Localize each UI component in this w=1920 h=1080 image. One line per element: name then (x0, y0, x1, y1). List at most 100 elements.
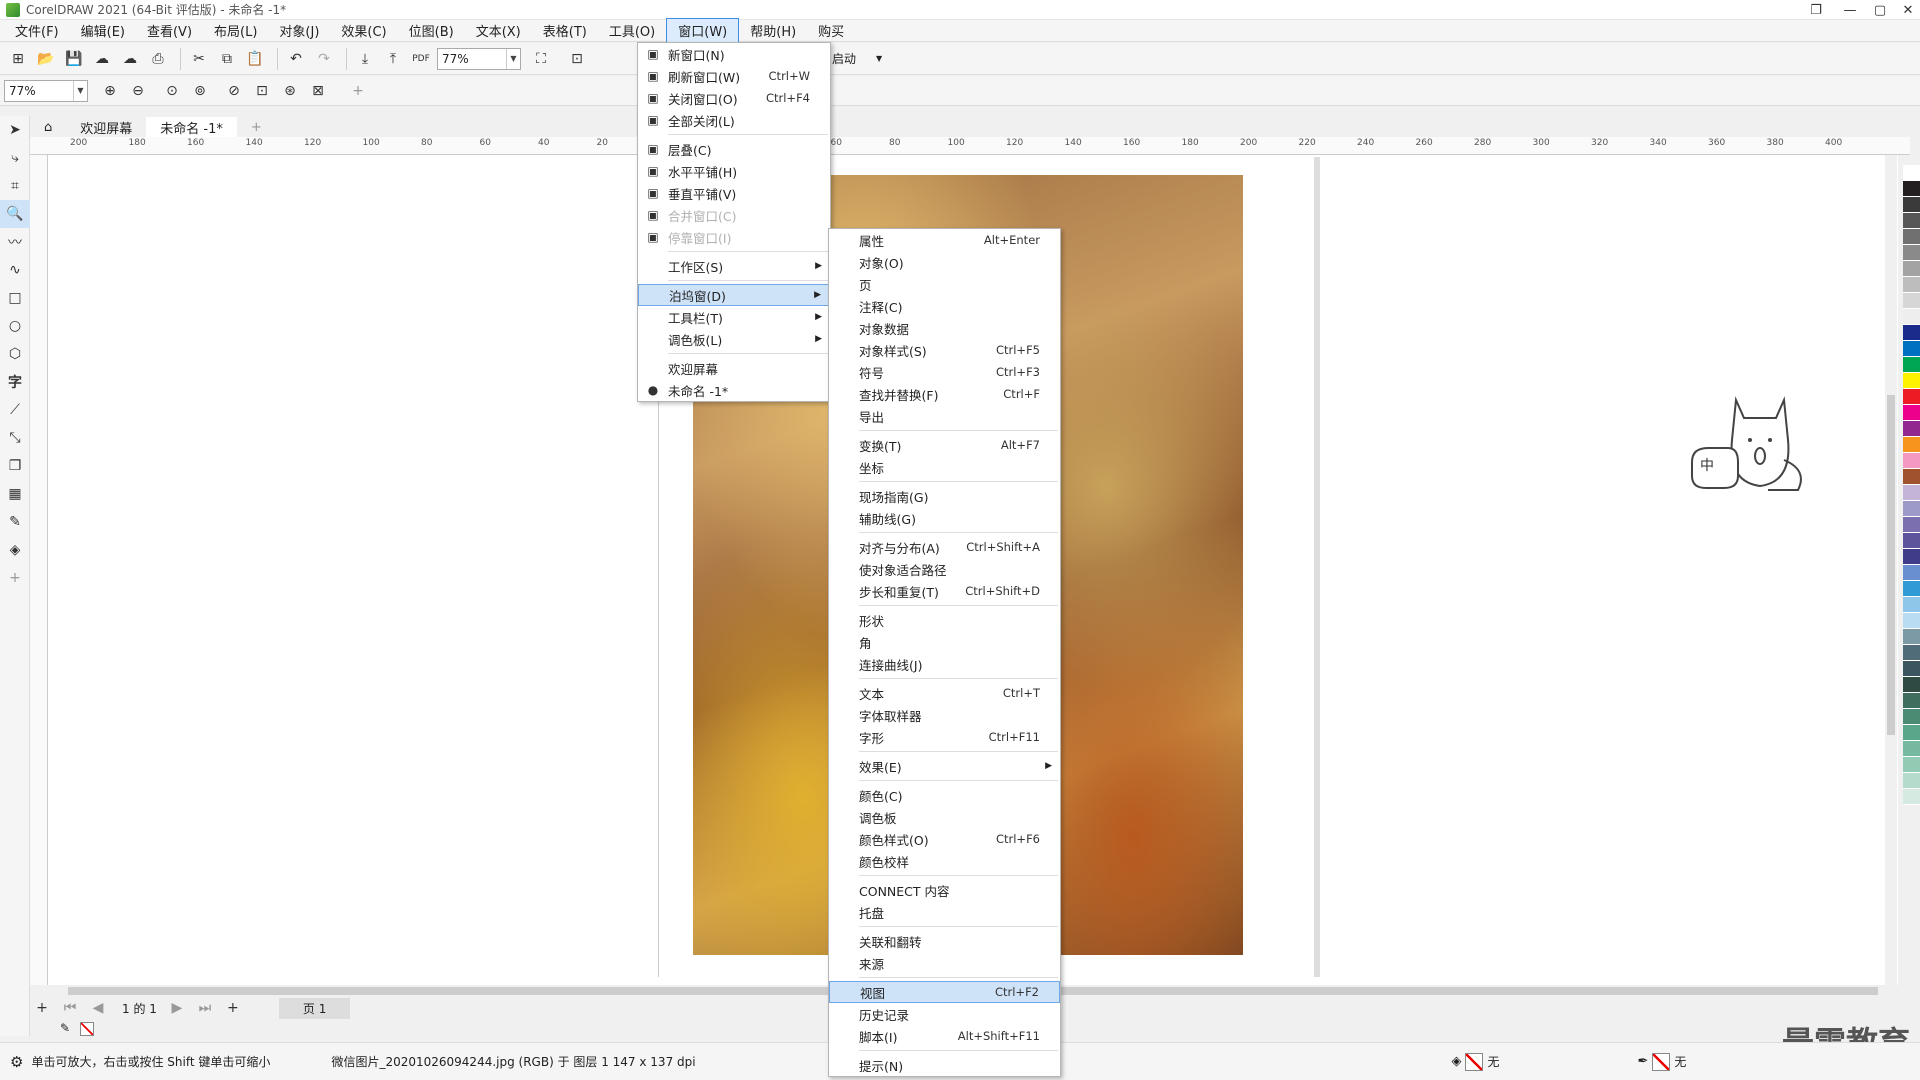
add-icon[interactable]: + (346, 79, 370, 103)
window-item-18[interactable]: ● 未命名 -1* (638, 379, 830, 401)
palette-swatch[interactable] (1903, 293, 1920, 309)
eyedropper-icon[interactable]: ✎ (60, 1021, 70, 1035)
dimension-tool-icon[interactable]: ⟋ (0, 396, 30, 424)
palette-swatch[interactable] (1903, 757, 1920, 773)
menu-item-0[interactable]: 文件(F) (4, 19, 70, 42)
menu-item-11[interactable]: 帮助(H) (739, 19, 807, 42)
docker-item-32[interactable]: 颜色样式(O) Ctrl+F6 (829, 828, 1060, 850)
page-tab[interactable]: 页 1 (278, 997, 351, 1019)
palette-swatch[interactable] (1903, 325, 1920, 341)
home-icon[interactable]: ⌂ (30, 117, 66, 137)
palette-swatch[interactable] (1903, 357, 1920, 373)
docker-item-11[interactable]: 坐标 (829, 456, 1060, 478)
palette-swatch[interactable] (1903, 197, 1920, 213)
palette-swatch[interactable] (1903, 501, 1920, 517)
window-item-2[interactable]: ▣ 关闭窗口(O) Ctrl+F4 (638, 87, 830, 109)
docker-item-38[interactable]: 关联和翻转 (829, 930, 1060, 952)
palette-swatch[interactable] (1903, 549, 1920, 565)
zoom-fit-icon[interactable]: ⊠ (306, 79, 330, 103)
fill-icon[interactable]: ◈ (1451, 1054, 1461, 1069)
palette-swatch[interactable] (1903, 485, 1920, 501)
settings-icon[interactable]: ⚙ (10, 1053, 23, 1071)
menu-item-9[interactable]: 工具(O) (598, 19, 666, 42)
drop-shadow-icon[interactable]: ❐ (0, 452, 30, 480)
menu-item-12[interactable]: 购买 (807, 19, 855, 42)
menu-item-1[interactable]: 编辑(E) (70, 19, 136, 42)
palette-swatch[interactable] (1903, 613, 1920, 629)
docker-item-16[interactable]: 对齐与分布(A) Ctrl+Shift+A (829, 536, 1060, 558)
docker-item-25[interactable]: 字体取样器 (829, 704, 1060, 726)
menu-item-7[interactable]: 文本(X) (465, 19, 532, 42)
palette-swatch[interactable] (1903, 421, 1920, 437)
window-item-0[interactable]: ▣ 新窗口(N) (638, 43, 830, 65)
docker-item-13[interactable]: 现场指南(G) (829, 485, 1060, 507)
palette-swatch[interactable] (1903, 405, 1920, 421)
menu-item-6[interactable]: 位图(B) (398, 19, 465, 42)
rectangle-tool-icon[interactable]: □ (0, 284, 30, 312)
import-icon[interactable]: ⤓ (353, 47, 377, 71)
palette-swatch[interactable] (1903, 565, 1920, 581)
zoom-height-icon[interactable]: ⊛ (278, 79, 302, 103)
window-item-3[interactable]: ▣ 全部关闭(L) (638, 109, 830, 131)
palette-swatch[interactable] (1903, 277, 1920, 293)
copy-icon[interactable]: ⧉ (215, 47, 239, 71)
palette-swatch[interactable] (1903, 181, 1920, 197)
window-item-1[interactable]: ▣ 刷新窗口(W) Ctrl+W (638, 65, 830, 87)
freehand-tool-icon[interactable]: 〰 (0, 228, 30, 256)
palette-swatch[interactable] (1903, 597, 1920, 613)
undo-icon[interactable]: ↶ (284, 47, 308, 71)
text-tool-icon[interactable]: 字 (0, 368, 30, 396)
full-screen-icon[interactable]: ⛶ (529, 47, 553, 71)
open-icon[interactable]: 📂 (34, 47, 58, 71)
docker-item-18[interactable]: 步长和重复(T) Ctrl+Shift+D (829, 580, 1060, 602)
docker-item-33[interactable]: 颜色校样 (829, 850, 1060, 872)
docker-item-43[interactable]: 脚本(I) Alt+Shift+F11 (829, 1025, 1060, 1047)
palette-swatch[interactable] (1903, 213, 1920, 229)
palette-swatch[interactable] (1903, 581, 1920, 597)
docker-item-8[interactable]: 导出 (829, 405, 1060, 427)
palette-swatch[interactable] (1903, 725, 1920, 741)
docker-item-28[interactable]: 效果(E) ▶ (829, 755, 1060, 777)
menu-item-8[interactable]: 表格(T) (532, 19, 598, 42)
palette-swatch[interactable] (1903, 245, 1920, 261)
tab-welcome[interactable]: 欢迎屏幕 (66, 117, 146, 137)
outline-pen-icon[interactable]: ✒ (1637, 1054, 1648, 1069)
docker-item-41[interactable]: 视图 Ctrl+F2 (829, 981, 1060, 1003)
docker-item-36[interactable]: 托盘 (829, 901, 1060, 923)
prev-page-icon[interactable]: ◀ (86, 996, 110, 1020)
zoom-out-icon[interactable]: ⊖ (126, 79, 150, 103)
zoom-all-icon[interactable]: ⊚ (188, 79, 212, 103)
zoom-level-combo[interactable]: 77% ▼ (4, 79, 88, 102)
last-page-icon[interactable]: ⏭ (193, 996, 217, 1020)
chevron-down-icon[interactable]: ▼ (876, 54, 882, 63)
palette-swatch[interactable] (1903, 261, 1920, 277)
redo-icon[interactable]: ↷ (312, 47, 336, 71)
ellipse-tool-icon[interactable]: ○ (0, 312, 30, 340)
palette-swatch[interactable] (1903, 661, 1920, 677)
menu-item-4[interactable]: 对象(J) (268, 19, 330, 42)
docker-item-24[interactable]: 文本 Ctrl+T (829, 682, 1060, 704)
eyedropper-icon[interactable]: ✎ (0, 508, 30, 536)
docker-item-3[interactable]: 注释(C) (829, 295, 1060, 317)
palette-swatch[interactable] (1903, 309, 1920, 325)
palette-swatch[interactable] (1903, 629, 1920, 645)
export-icon[interactable]: ⤒ (381, 47, 405, 71)
palette-swatch[interactable] (1903, 677, 1920, 693)
vertical-scrollbar[interactable] (1885, 155, 1897, 985)
save-icon[interactable]: 💾 (62, 47, 86, 71)
palette-swatch[interactable] (1903, 533, 1920, 549)
palette-swatch[interactable] (1903, 453, 1920, 469)
add-page-end-icon[interactable]: + (221, 996, 245, 1020)
docker-item-4[interactable]: 对象数据 (829, 317, 1060, 339)
print-icon[interactable]: ⎙ (146, 47, 170, 71)
docker-item-39[interactable]: 来源 (829, 952, 1060, 974)
snap-icon[interactable]: ⊡ (565, 47, 589, 71)
palette-swatch[interactable] (1903, 645, 1920, 661)
palette-swatch[interactable] (1903, 693, 1920, 709)
docker-item-5[interactable]: 对象样式(S) Ctrl+F5 (829, 339, 1060, 361)
launch-button[interactable]: 启动 (832, 50, 856, 67)
add-tool-icon[interactable]: + (0, 564, 30, 592)
transparency-icon[interactable]: ▦ (0, 480, 30, 508)
connector-tool-icon[interactable]: ⤡ (0, 424, 30, 452)
docker-item-6[interactable]: 符号 Ctrl+F3 (829, 361, 1060, 383)
